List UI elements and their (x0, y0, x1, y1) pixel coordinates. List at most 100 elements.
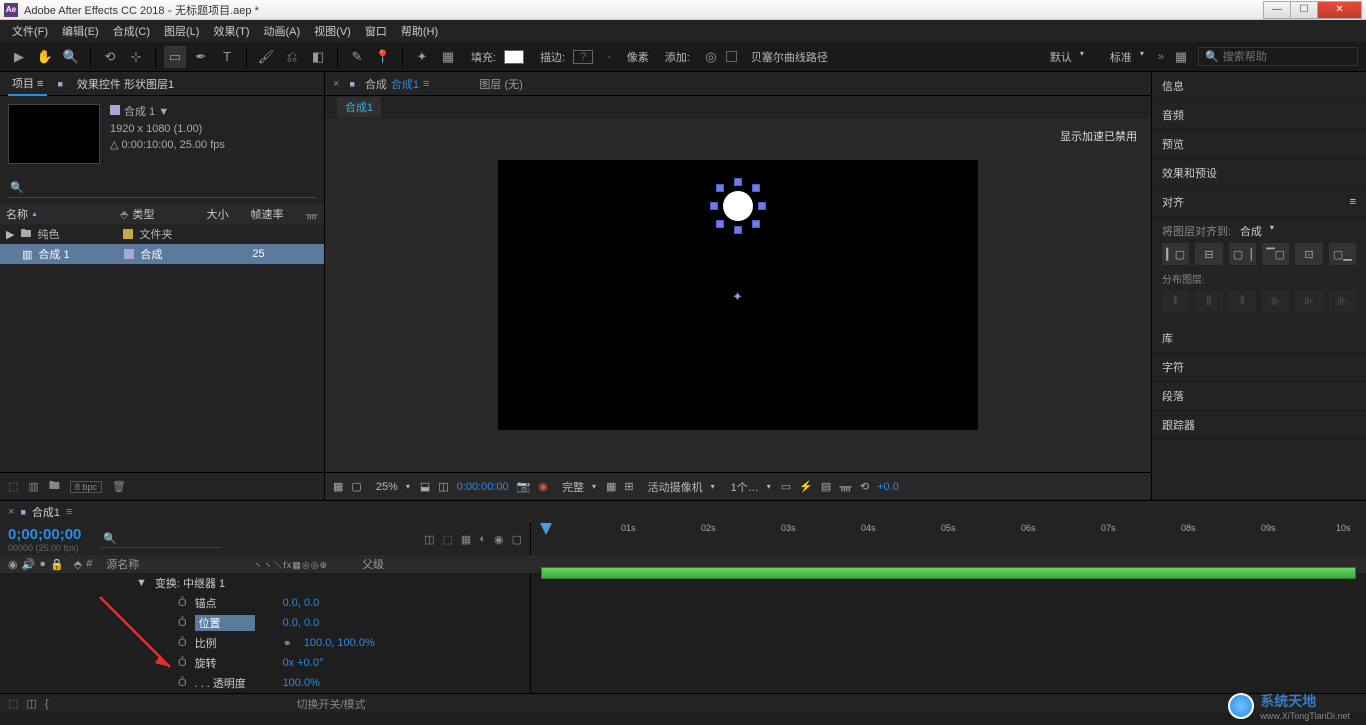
zoom-tool-icon[interactable]: 🔍 (60, 46, 82, 68)
align-vcenter-icon[interactable]: ⊡ (1295, 243, 1322, 265)
stopwatch-icon[interactable]: Ŏ (178, 617, 187, 629)
menu-effect[interactable]: 效果(T) (207, 21, 255, 41)
menu-composition[interactable]: 合成(C) (107, 21, 156, 41)
roi-icon[interactable]: ◫ (438, 480, 448, 493)
panel-effects-presets[interactable]: 效果和预设 (1152, 159, 1366, 188)
panel-align[interactable]: 对齐≡ (1152, 188, 1366, 217)
new-comp-icon[interactable]: ▥ (28, 480, 38, 493)
fill-swatch[interactable] (504, 50, 524, 64)
prop-anchor[interactable]: 锚点 (195, 595, 255, 611)
col-type[interactable]: 类型 (132, 206, 202, 222)
timeline-icon[interactable]: ▤ (821, 480, 831, 493)
tab-composition[interactable]: 合成 合成1 ≡ (365, 76, 430, 92)
align-top-icon[interactable]: ▔▢ (1262, 243, 1289, 265)
resolution-dropdown[interactable]: 完整 (556, 477, 598, 497)
label-col-icon[interactable]: ⬘ (74, 558, 82, 571)
menu-window[interactable]: 窗口 (359, 21, 393, 41)
fill-label[interactable]: 填充: (471, 49, 496, 65)
stopwatch-icon[interactable]: Ŏ (178, 597, 187, 609)
bpc-button[interactable]: 8 bpc (70, 481, 102, 493)
close-button[interactable]: ✕ (1317, 1, 1362, 19)
graph-editor-icon[interactable]: ◉ (494, 533, 504, 546)
shy-icon[interactable]: ⬚ (443, 533, 453, 546)
workspace-standard[interactable]: 标准 (1104, 47, 1146, 67)
clone-tool-icon[interactable]: ⎌ (281, 46, 303, 68)
exposure-value[interactable]: +0.0 (877, 481, 899, 493)
composition-canvas[interactable]: ✦ (498, 160, 978, 430)
minimize-button[interactable]: — (1263, 1, 1291, 19)
project-row-comp[interactable]: ▥ 合成 1 合成 25 (0, 244, 324, 264)
flowchart-icon[interactable]: ᚄ (305, 208, 318, 221)
camera-dropdown[interactable]: 活动摄像机 (642, 477, 717, 497)
solo-col-icon[interactable]: ● (39, 558, 46, 570)
stopwatch-icon[interactable]: Ŏ (178, 657, 187, 669)
help-search-input[interactable] (1223, 51, 1351, 63)
col-fps[interactable]: 帧速率 (250, 206, 283, 222)
current-time[interactable]: 0:00:00:00 (457, 481, 509, 493)
prop-opacity[interactable]: . . . 透明度 (195, 675, 255, 691)
pixel-aspect-icon[interactable]: ▭ (781, 480, 791, 493)
comp-mini-icon[interactable]: ◫ (424, 533, 434, 546)
time-ruler[interactable]: 01s 02s 03s 04s 05s 06s 07s 08s 09s 10s (531, 523, 1366, 555)
transform-group[interactable]: 变换: 中继器 1 (155, 575, 225, 591)
interpret-icon[interactable]: ⬚ (8, 480, 18, 493)
fast-preview-icon[interactable]: ⚡ (799, 480, 813, 493)
col-name[interactable]: 名称 (6, 206, 28, 222)
menu-layer[interactable]: 图层(L) (158, 21, 205, 41)
timeline-tab[interactable]: 合成1 (32, 504, 60, 520)
mask-icon[interactable]: ▢ (351, 480, 361, 493)
link-icon[interactable]: ⚭ (283, 637, 292, 650)
timeline-tab-close-icon[interactable]: × (8, 506, 14, 518)
panel-library[interactable]: 库 (1152, 324, 1366, 353)
align-hcenter-icon[interactable]: ⊟ (1195, 243, 1222, 265)
panel-paragraph[interactable]: 段落 (1152, 382, 1366, 411)
res-half-icon[interactable]: ⬓ (420, 480, 430, 493)
trash-icon[interactable]: 🗑 (112, 480, 126, 493)
panel-preview[interactable]: 预览 (1152, 130, 1366, 159)
prop-scale[interactable]: 比例 (195, 635, 255, 651)
menu-animation[interactable]: 动画(A) (258, 21, 307, 41)
col-parent[interactable]: 父级 (362, 556, 384, 572)
eraser-tool-icon[interactable]: ◧ (307, 46, 329, 68)
toggle-switches-icon[interactable]: ⬚ (8, 697, 18, 710)
zoom-dropdown[interactable]: 25% (370, 479, 412, 495)
prop-position[interactable]: 位置 (195, 615, 255, 631)
panel-audio[interactable]: 音频 (1152, 101, 1366, 130)
panel-tracker[interactable]: 跟踪器 (1152, 411, 1366, 440)
transparency-grid-icon[interactable]: ▦ (333, 480, 343, 493)
comp-subtab[interactable]: 合成1 (337, 97, 381, 117)
tab-project[interactable]: 项目 ≡ (8, 72, 47, 96)
panel-character[interactable]: 字符 (1152, 353, 1366, 382)
menu-file[interactable]: 文件(F) (6, 21, 54, 41)
shape-ellipse[interactable] (723, 191, 753, 221)
menu-view[interactable]: 视图(V) (308, 21, 357, 41)
maximize-button[interactable]: ☐ (1290, 1, 1318, 19)
tag-icon[interactable]: ⬘ (120, 208, 128, 221)
new-folder-icon[interactable]: 🖿 (49, 477, 60, 496)
brace-icon[interactable]: { (45, 698, 49, 710)
workspace-default[interactable]: 默认 (1044, 47, 1086, 67)
stroke-width[interactable]: - (607, 51, 611, 63)
align-right-icon[interactable]: ▢▕ (1229, 243, 1256, 265)
panels-icon[interactable]: ▦ (1170, 46, 1192, 68)
menu-help[interactable]: 帮助(H) (395, 21, 444, 41)
snapshot-icon[interactable]: 📷 (517, 480, 531, 493)
pan-behind-tool-icon[interactable]: ⊹ (125, 46, 147, 68)
puppet-tool-icon[interactable]: 📍 (372, 46, 394, 68)
menu-edit[interactable]: 编辑(E) (56, 21, 105, 41)
eye-col-icon[interactable]: ◉ (8, 558, 18, 571)
stopwatch-icon[interactable]: Ŏ (178, 677, 187, 689)
stroke-swatch[interactable]: ? (573, 50, 593, 64)
reset-exposure-icon[interactable]: ⟲ (860, 480, 869, 493)
roto-tool-icon[interactable]: ✎ (346, 46, 368, 68)
align-bottom-icon[interactable]: ▢▁ (1329, 243, 1356, 265)
audio-col-icon[interactable]: 🔊 (22, 558, 36, 571)
align-left-icon[interactable]: ▎▢ (1162, 243, 1189, 265)
timeline-search-input[interactable] (117, 533, 219, 545)
guides-icon[interactable]: ▦ (606, 480, 616, 493)
grid-icon[interactable]: ⊞ (624, 480, 633, 493)
project-search-input[interactable] (28, 182, 314, 194)
frame-blend-icon[interactable]: ▦ (461, 533, 471, 546)
toggle-switches-button[interactable]: 切换开关/模式 (297, 696, 366, 712)
prop-rotation[interactable]: 旋转 (195, 655, 255, 671)
